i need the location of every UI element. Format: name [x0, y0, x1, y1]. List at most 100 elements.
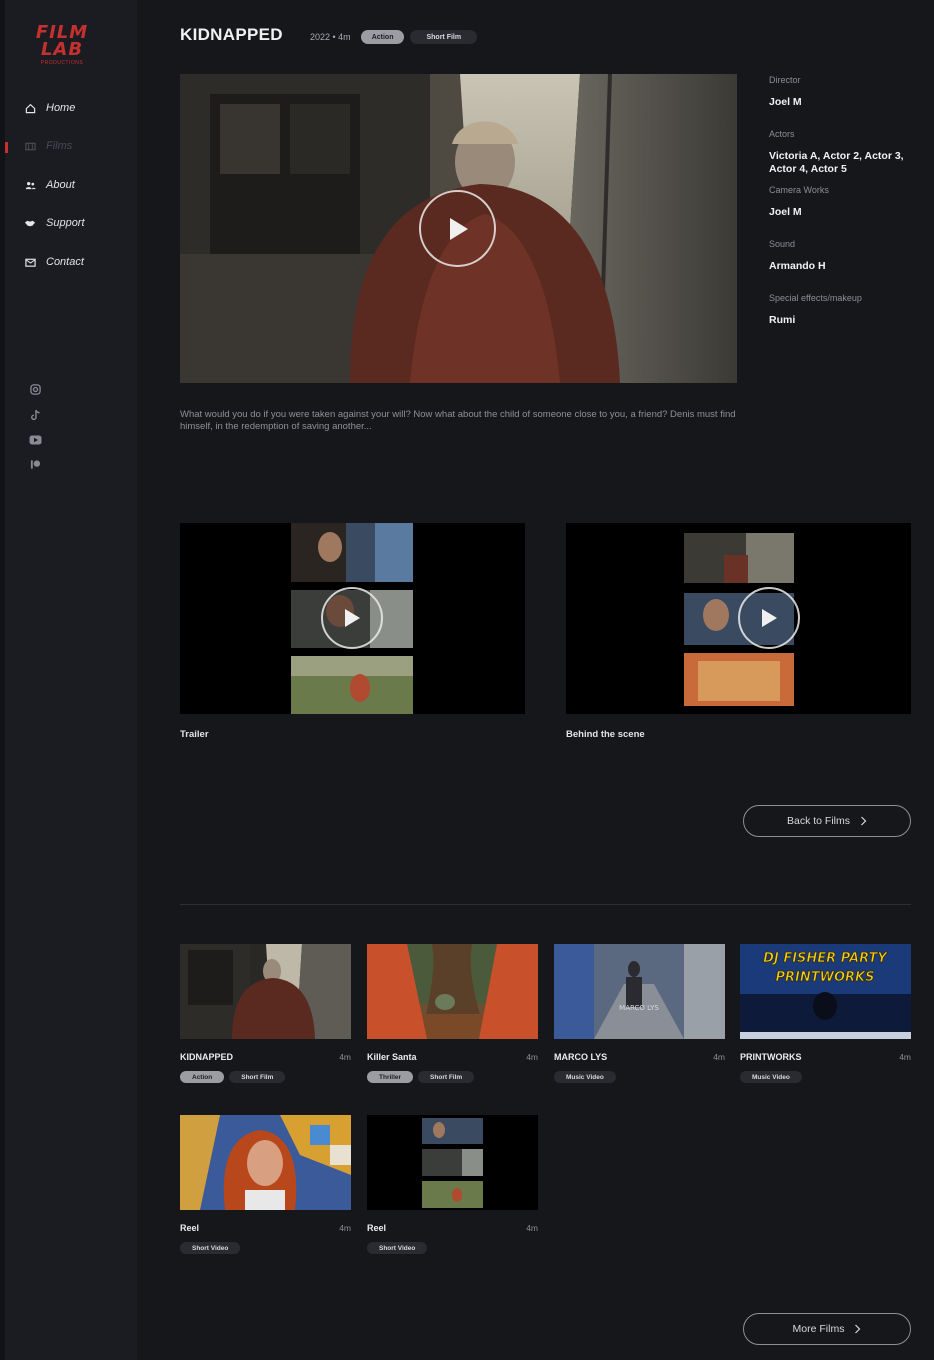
behind-the-scene-video[interactable] — [566, 523, 911, 714]
film-thumbnail[interactable] — [367, 944, 538, 1039]
patreon-icon[interactable] — [29, 458, 42, 471]
film-duration: 4m — [526, 1223, 538, 1233]
credit-value-director: Joel M — [769, 96, 802, 108]
nav-item-films[interactable]: Films — [24, 136, 72, 156]
film-card[interactable]: Reel 4m Short Video — [367, 1115, 538, 1254]
reel-portrait-still — [180, 1115, 351, 1210]
play-icon — [449, 217, 468, 240]
brand-logo[interactable]: FILM LAB PRODUCTIONS — [34, 24, 90, 67]
credit-label-director: Director — [769, 75, 801, 85]
film-meta: 2022 • 4m Action Short Film — [310, 30, 478, 44]
printworks-title: PRINTWORKS — [776, 970, 875, 985]
logo-line-2: LAB — [40, 39, 84, 60]
film-thumbnail[interactable] — [180, 1115, 351, 1210]
credit-label-effects: Special effects/makeup — [769, 293, 862, 303]
trailer-label: Trailer — [180, 729, 209, 740]
killer-santa-still — [367, 944, 538, 1039]
tiktok-icon[interactable] — [29, 408, 42, 421]
film-thumbnail[interactable] — [367, 1115, 538, 1210]
film-icon — [24, 140, 36, 152]
reel-trailer-still — [367, 1115, 538, 1210]
chevron-right-icon — [855, 1324, 861, 1334]
credit-label-sound: Sound — [769, 239, 796, 249]
play-button[interactable] — [321, 587, 383, 649]
dj-fisher-title: DJ FISHER PARTY — [763, 951, 888, 966]
credit-label-camera: Camera Works — [769, 185, 829, 195]
trailer-video[interactable] — [180, 523, 525, 714]
film-card[interactable]: KIDNAPPED 4m Action Short Film — [180, 944, 351, 1083]
main-video-player[interactable] — [180, 74, 737, 383]
more-films-label: More Films — [792, 1323, 845, 1335]
genre-tag[interactable]: Action — [360, 30, 405, 44]
film-duration: 4m — [339, 1052, 351, 1062]
credit-value-effects: Rumi — [769, 314, 796, 326]
kidnapped-still — [180, 944, 351, 1039]
mail-icon — [24, 256, 36, 268]
behind-the-scene-label: Behind the scene — [566, 729, 645, 740]
play-button[interactable] — [738, 587, 800, 649]
film-card[interactable]: Reel 4m Short Video — [180, 1115, 351, 1254]
film-title[interactable]: Reel — [367, 1223, 386, 1233]
credit-value-sound: Armando H — [769, 260, 826, 272]
chevron-right-icon — [861, 816, 867, 826]
film-duration: 4m — [899, 1052, 911, 1062]
people-icon — [24, 179, 36, 191]
film-title[interactable]: KIDNAPPED — [180, 1052, 233, 1062]
instagram-icon[interactable] — [29, 383, 42, 396]
year-duration: 2022 • 4m — [310, 32, 351, 42]
marco-lys-still: MARCO LYS — [554, 944, 725, 1039]
sidebar: FILM LAB PRODUCTIONS Home Films About Su… — [0, 0, 137, 1360]
credit-value-camera: Joel M — [769, 206, 802, 218]
play-icon — [345, 609, 360, 627]
film-tag[interactable]: Music Video — [554, 1071, 616, 1083]
active-indicator — [5, 142, 8, 153]
film-tag[interactable]: Action — [180, 1071, 225, 1083]
marco-lys-logo: MARCO LYS — [619, 1004, 659, 1012]
film-title[interactable]: Reel — [180, 1223, 199, 1233]
printworks-still: DJ FISHER PARTY PRINTWORKS — [740, 944, 911, 1039]
section-divider — [180, 904, 911, 905]
play-button[interactable] — [419, 190, 496, 267]
film-duration: 4m — [339, 1223, 351, 1233]
film-tag[interactable]: Music Video — [740, 1071, 802, 1083]
nav-item-label: About — [46, 179, 75, 191]
film-card[interactable]: Killer Santa 4m Thriller Short Film — [367, 944, 538, 1083]
nav-item-support[interactable]: Support — [24, 213, 85, 233]
handshake-icon — [24, 217, 36, 229]
sidebar-edge — [0, 0, 5, 1360]
more-films-button[interactable]: More Films — [743, 1313, 911, 1345]
credit-value-actors: Victoria A, Actor 2, Actor 3, Actor 4, A… — [769, 150, 904, 175]
page-title: KIDNAPPED — [180, 25, 283, 44]
youtube-icon[interactable] — [29, 433, 42, 446]
film-title[interactable]: Killer Santa — [367, 1052, 417, 1062]
film-duration: 4m — [713, 1052, 725, 1062]
play-icon — [762, 609, 777, 627]
nav-item-label: Home — [46, 102, 76, 114]
film-tag[interactable]: Short Film — [229, 1071, 286, 1083]
film-duration: 4m — [526, 1052, 538, 1062]
film-thumbnail[interactable] — [180, 944, 351, 1039]
back-to-films-label: Back to Films — [786, 815, 850, 827]
logo-line-3: PRODUCTIONS — [40, 60, 84, 66]
film-tag[interactable]: Short Video — [180, 1242, 241, 1254]
back-to-films-button[interactable]: Back to Films — [743, 805, 911, 837]
credit-label-actors: Actors — [769, 129, 795, 139]
home-icon — [24, 102, 36, 114]
nav-item-about[interactable]: About — [24, 175, 75, 195]
nav-item-label: Support — [46, 217, 85, 229]
nav-item-contact[interactable]: Contact — [24, 252, 84, 272]
film-description: What would you do if you were taken agai… — [180, 409, 736, 432]
film-card[interactable]: DJ FISHER PARTY PRINTWORKS PRINTWORKS 4m … — [740, 944, 911, 1083]
film-thumbnail[interactable]: DJ FISHER PARTY PRINTWORKS — [740, 944, 911, 1039]
film-title[interactable]: PRINTWORKS — [740, 1052, 802, 1062]
type-tag[interactable]: Short Film — [410, 30, 478, 44]
nav-item-label: Films — [46, 140, 73, 152]
film-thumbnail[interactable]: MARCO LYS — [554, 944, 725, 1039]
film-tag[interactable]: Short Video — [367, 1242, 428, 1254]
nav-item-home[interactable]: Home — [24, 98, 75, 118]
film-card[interactable]: MARCO LYS MARCO LYS 4m Music Video — [554, 944, 725, 1083]
nav-item-label: Contact — [46, 256, 84, 268]
film-tag[interactable]: Short Film — [418, 1071, 475, 1083]
film-title[interactable]: MARCO LYS — [554, 1052, 607, 1062]
film-tag[interactable]: Thriller — [367, 1071, 414, 1083]
